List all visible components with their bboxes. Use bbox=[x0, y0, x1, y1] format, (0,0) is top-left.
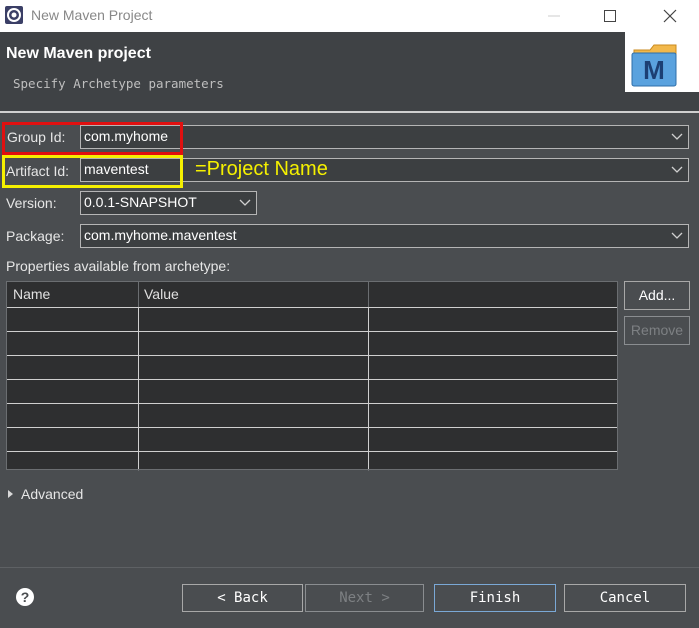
row-gridline bbox=[7, 403, 617, 404]
remove-property-button[interactable]: Remove bbox=[624, 316, 690, 345]
row-gridline bbox=[7, 427, 617, 428]
package-label: Package: bbox=[6, 228, 65, 244]
package-value: com.myhome.maventest bbox=[84, 227, 237, 243]
version-label: Version: bbox=[6, 195, 57, 211]
svg-text:M: M bbox=[643, 55, 665, 85]
row-gridline bbox=[7, 451, 617, 452]
svg-text:?: ? bbox=[21, 589, 30, 605]
row-gridline bbox=[7, 355, 617, 356]
properties-table[interactable]: Name Value bbox=[6, 281, 618, 471]
wizard-header bbox=[0, 32, 699, 112]
cancel-button[interactable]: Cancel bbox=[564, 584, 686, 612]
footer-separator bbox=[0, 567, 699, 568]
finish-button[interactable]: Finish bbox=[434, 584, 556, 612]
eclipse-icon bbox=[5, 6, 23, 24]
expand-triangle-icon[interactable] bbox=[7, 489, 15, 499]
maximize-icon[interactable] bbox=[600, 6, 620, 26]
chevron-down-icon[interactable] bbox=[666, 225, 688, 247]
chevron-down-icon[interactable] bbox=[234, 192, 256, 214]
version-combo[interactable]: 0.0.1-SNAPSHOT bbox=[80, 191, 257, 215]
back-button[interactable]: < Back bbox=[182, 584, 303, 612]
minimize-icon[interactable] bbox=[544, 6, 564, 26]
page-title: New Maven project bbox=[6, 45, 151, 62]
header-separator bbox=[0, 111, 699, 113]
group-id-highlight bbox=[2, 122, 183, 155]
row-gridline bbox=[7, 307, 617, 308]
column-header-name[interactable]: Name bbox=[7, 282, 138, 307]
close-icon[interactable] bbox=[660, 6, 680, 26]
column-header-value[interactable]: Value bbox=[138, 282, 368, 307]
properties-label: Properties available from archetype: bbox=[6, 258, 231, 274]
row-gridline bbox=[7, 379, 617, 380]
window-title: New Maven Project bbox=[31, 7, 153, 23]
maven-logo-icon: M bbox=[631, 44, 677, 87]
version-value: 0.0.1-SNAPSHOT bbox=[84, 194, 197, 210]
row-gridline bbox=[7, 331, 617, 332]
advanced-section-toggle[interactable]: Advanced bbox=[21, 486, 83, 502]
help-icon[interactable]: ? bbox=[15, 587, 35, 607]
add-property-button[interactable]: Add... bbox=[624, 281, 690, 310]
chevron-down-icon[interactable] bbox=[666, 126, 688, 148]
artifact-id-highlight bbox=[2, 155, 183, 188]
project-name-annotation: =Project Name bbox=[195, 158, 328, 180]
next-button[interactable]: Next > bbox=[305, 584, 424, 612]
package-combo[interactable]: com.myhome.maventest bbox=[80, 224, 689, 248]
chevron-down-icon[interactable] bbox=[666, 159, 688, 181]
page-description: Specify Archetype parameters bbox=[13, 76, 224, 91]
